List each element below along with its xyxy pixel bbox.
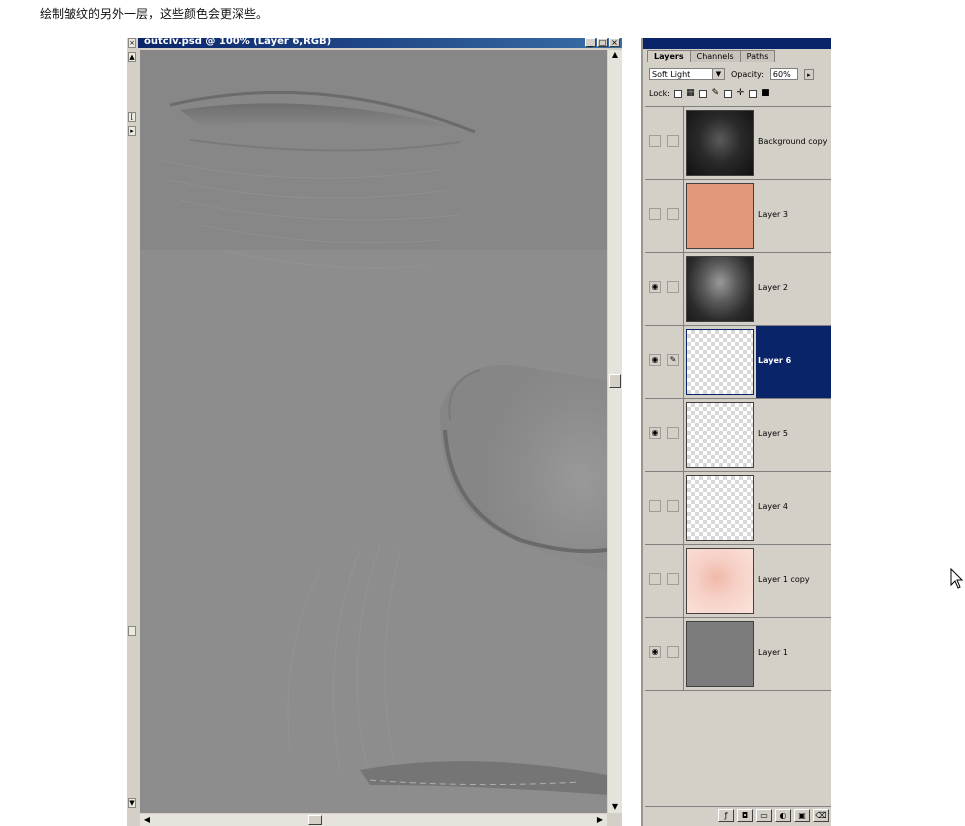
maximize-button[interactable]: □ [597, 38, 608, 47]
layers-palette: Layers Channels Paths Soft Light ▼ Opaci… [641, 38, 831, 826]
visibility-toggle[interactable] [649, 208, 661, 220]
eye-icon[interactable]: ◉ [649, 281, 661, 293]
lock-icon: ■ [761, 88, 770, 98]
eye-icon[interactable]: ◉ [649, 354, 661, 366]
tab-layers[interactable]: Layers [647, 50, 691, 62]
layer-list: Background copy Layer 3 ◉ Layer 2 ◉ ✎ La… [645, 106, 831, 691]
palette-tabs: Layers Channels Paths [647, 50, 776, 62]
new-layer-button[interactable]: ▣ [794, 809, 810, 822]
mouse-cursor-icon [950, 568, 964, 589]
link-toggle[interactable] [667, 208, 679, 220]
close-button[interactable]: × [609, 38, 620, 47]
face-closeup-image [140, 50, 607, 813]
layer-name: Layer 6 [758, 356, 792, 365]
opacity-input[interactable]: 60% [769, 68, 798, 80]
opacity-slider-button[interactable]: ▸ [803, 68, 814, 80]
caption-text: 绘制皱纹的另外一层，这些颜色会更深些。 [40, 7, 269, 21]
layer-thumbnail [686, 402, 754, 468]
palette-bottom-bar: ƒ ◘ ▭ ◐ ▣ ⌫ [645, 806, 831, 824]
link-toggle[interactable] [667, 135, 679, 147]
blend-controls: Soft Light ▼ Opacity: 60% ▸ [649, 68, 814, 80]
layer-thumbnail [686, 256, 754, 322]
brush-icon[interactable]: ✎ [667, 354, 679, 366]
close-icon[interactable]: × [128, 38, 136, 48]
lock-position-checkbox[interactable] [723, 89, 732, 98]
layer-thumbnail [686, 329, 754, 395]
minimize-button[interactable]: _ [585, 38, 596, 47]
layer-thumbnail [686, 475, 754, 541]
brush-icon: ✎ [711, 88, 720, 98]
horizontal-scroll-thumb[interactable] [308, 815, 322, 825]
layer-mask-button[interactable]: ◘ [737, 809, 753, 822]
link-toggle[interactable] [667, 646, 679, 658]
document-title: outclv.psd @ 100% (Layer 6,RGB) [144, 36, 332, 47]
chevron-down-icon[interactable]: ▼ [712, 69, 724, 79]
layer-row[interactable]: ◉ Layer 1 [645, 618, 831, 691]
layer-name: Layer 1 [758, 648, 788, 657]
vertical-scroll-thumb[interactable] [609, 374, 621, 388]
adjustment-layer-button[interactable]: ◐ [775, 809, 791, 822]
scroll-up-icon[interactable]: ▲ [128, 52, 136, 62]
opacity-label: Opacity: [731, 69, 764, 79]
scroll-up-icon[interactable]: ▲ [610, 50, 620, 60]
layer-thumbnail [686, 110, 754, 176]
layer-row[interactable]: Layer 4 [645, 472, 831, 545]
layer-name: Background copy [758, 137, 828, 146]
scroll-down-icon[interactable]: ▼ [128, 798, 136, 808]
lock-controls: Lock: ▦ ✎ ✛ ■ [649, 88, 770, 99]
document-titlebar[interactable]: outclv.psd @ 100% (Layer 6,RGB) _ □ × [138, 36, 622, 48]
tool-marker-icon[interactable] [128, 626, 136, 636]
lock-image-checkbox[interactable] [698, 89, 707, 98]
visibility-toggle[interactable] [649, 135, 661, 147]
eye-icon[interactable]: ◉ [649, 646, 661, 658]
layer-style-button[interactable]: ƒ [718, 809, 734, 822]
lock-label: Lock: [649, 89, 670, 98]
move-icon: ✛ [736, 88, 745, 98]
layer-row[interactable]: Layer 1 copy [645, 545, 831, 618]
link-toggle[interactable] [667, 281, 679, 293]
layer-thumbnail [686, 183, 754, 249]
layer-row[interactable]: ◉ Layer 2 [645, 253, 831, 326]
vertical-scrollbar[interactable]: ▲ ▼ [608, 50, 622, 813]
new-set-button[interactable]: ▭ [756, 809, 772, 822]
layer-row[interactable]: Background copy [645, 107, 831, 180]
transparency-icon: ▦ [686, 88, 695, 98]
blend-mode-value: Soft Light [652, 70, 691, 79]
scroll-down-icon[interactable]: ▼ [610, 802, 620, 812]
tab-paths[interactable]: Paths [739, 50, 776, 62]
blend-mode-select[interactable]: Soft Light ▼ [649, 68, 725, 80]
layer-thumbnail [686, 548, 754, 614]
palette-titlebar[interactable] [643, 38, 831, 49]
document-window: outclv.psd @ 100% (Layer 6,RGB) _ □ × ▲ … [138, 36, 622, 826]
eye-icon[interactable]: ◉ [649, 427, 661, 439]
layer-name: Layer 4 [758, 502, 788, 511]
link-toggle[interactable] [667, 427, 679, 439]
layer-name: Layer 3 [758, 210, 788, 219]
scroll-right-icon[interactable]: ▶ [595, 815, 605, 825]
scroll-left-icon[interactable]: ◀ [142, 815, 152, 825]
layer-thumbnail [686, 621, 754, 687]
layer-name: Layer 1 copy [758, 575, 810, 584]
horizontal-scrollbar[interactable]: ◀ ▶ [140, 814, 607, 826]
lock-all-checkbox[interactable] [748, 89, 757, 98]
link-toggle[interactable] [667, 500, 679, 512]
lock-transparency-checkbox[interactable] [673, 89, 682, 98]
delete-layer-button[interactable]: ⌫ [813, 809, 829, 822]
tab-channels[interactable]: Channels [689, 50, 741, 62]
tool-marker-icon[interactable]: [ [128, 112, 136, 122]
visibility-toggle[interactable] [649, 573, 661, 585]
image-canvas[interactable] [140, 50, 607, 813]
visibility-toggle[interactable] [649, 500, 661, 512]
layer-row-selected[interactable]: ◉ ✎ Layer 6 [645, 326, 831, 399]
arrow-right-icon[interactable]: ▸ [128, 126, 136, 136]
layer-row[interactable]: ◉ Layer 5 [645, 399, 831, 472]
layer-name: Layer 5 [758, 429, 788, 438]
layer-name: Layer 2 [758, 283, 788, 292]
layer-row[interactable]: Layer 3 [645, 180, 831, 253]
link-toggle[interactable] [667, 573, 679, 585]
